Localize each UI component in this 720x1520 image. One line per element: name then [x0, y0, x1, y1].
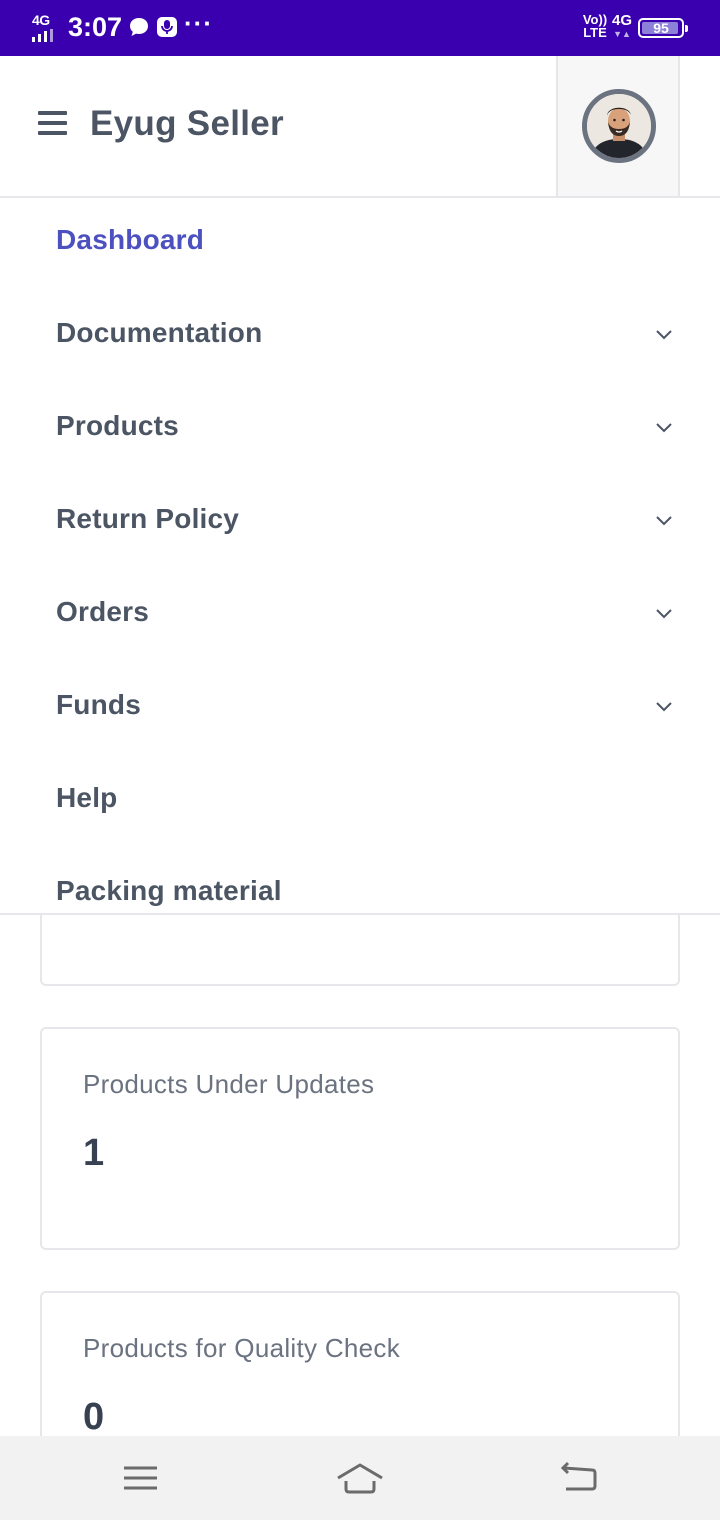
menu-item-label: Help — [56, 782, 118, 813]
stat-card-value: 1 — [83, 1132, 105, 1174]
data-network-label: 4G — [612, 12, 633, 29]
chevron-down-icon[interactable] — [654, 513, 674, 527]
microphone-icon — [156, 16, 178, 38]
menu-item-help[interactable]: Help — [0, 756, 720, 849]
menu-item-label: Dashboard — [56, 224, 205, 255]
battery-percent: 95 — [653, 20, 669, 36]
menu-item-label: Orders — [56, 596, 150, 627]
menu-item-label: Products — [56, 410, 179, 441]
back-icon[interactable] — [554, 1456, 604, 1500]
dashboard-content: Products Under Updates 1 Products for Qu… — [0, 915, 720, 1436]
avatar[interactable] — [582, 89, 656, 163]
menu-item-products[interactable]: Products — [0, 384, 720, 477]
stat-card-label: Products for Quality Check — [83, 1333, 401, 1363]
battery-icon: 95 — [638, 18, 688, 38]
menu-item-label: Packing material — [56, 875, 282, 906]
menu-item-return-policy[interactable]: Return Policy — [0, 477, 720, 570]
nav-menu: Dashboard Documentation Products Return … — [0, 198, 720, 915]
profile-button[interactable] — [556, 56, 680, 196]
menu-item-funds[interactable]: Funds — [0, 663, 720, 756]
signal-icon: 4G — [30, 12, 54, 42]
menu-item-label: Funds — [56, 689, 141, 720]
stat-card-partial — [40, 915, 680, 986]
recent-apps-icon[interactable] — [116, 1456, 166, 1500]
menu-item-label: Return Policy — [56, 503, 240, 534]
stat-card-value: 0 — [83, 1396, 105, 1436]
menu-item-packing-material[interactable]: Packing material — [0, 849, 720, 913]
more-dots-icon: ··· — [184, 8, 213, 38]
menu-item-dashboard[interactable]: Dashboard — [0, 198, 720, 291]
system-navigation-bar — [0, 1436, 720, 1520]
stat-card-label: Products Under Updates — [83, 1069, 375, 1099]
hamburger-menu-icon[interactable] — [38, 111, 67, 135]
menu-item-label: Documentation — [56, 317, 263, 348]
menu-item-orders[interactable]: Orders — [0, 570, 720, 663]
stat-card-products-quality-check[interactable]: Products for Quality Check 0 — [40, 1291, 680, 1436]
status-bar: 4G 3:07 ··· Vo)) LTE 4G ▼▲ 95 — [0, 0, 720, 56]
app-title: Eyug Seller — [90, 104, 284, 143]
menu-item-documentation[interactable]: Documentation — [0, 291, 720, 384]
app-header: Eyug Seller — [0, 56, 720, 198]
stat-card-products-under-updates[interactable]: Products Under Updates 1 — [40, 1027, 680, 1250]
chevron-down-icon[interactable] — [654, 420, 674, 434]
chevron-down-icon[interactable] — [654, 327, 674, 341]
chevron-down-icon[interactable] — [654, 606, 674, 620]
home-icon[interactable] — [335, 1456, 385, 1500]
chevron-down-icon[interactable] — [654, 699, 674, 713]
status-time: 3:07 — [68, 12, 123, 42]
4g-icon: 4G ▼▲ — [612, 12, 633, 40]
volte-icon: Vo)) LTE — [580, 13, 610, 43]
network-type-label: 4G — [32, 12, 50, 28]
message-icon — [128, 16, 150, 38]
volte-bottom-label: LTE — [583, 25, 607, 40]
